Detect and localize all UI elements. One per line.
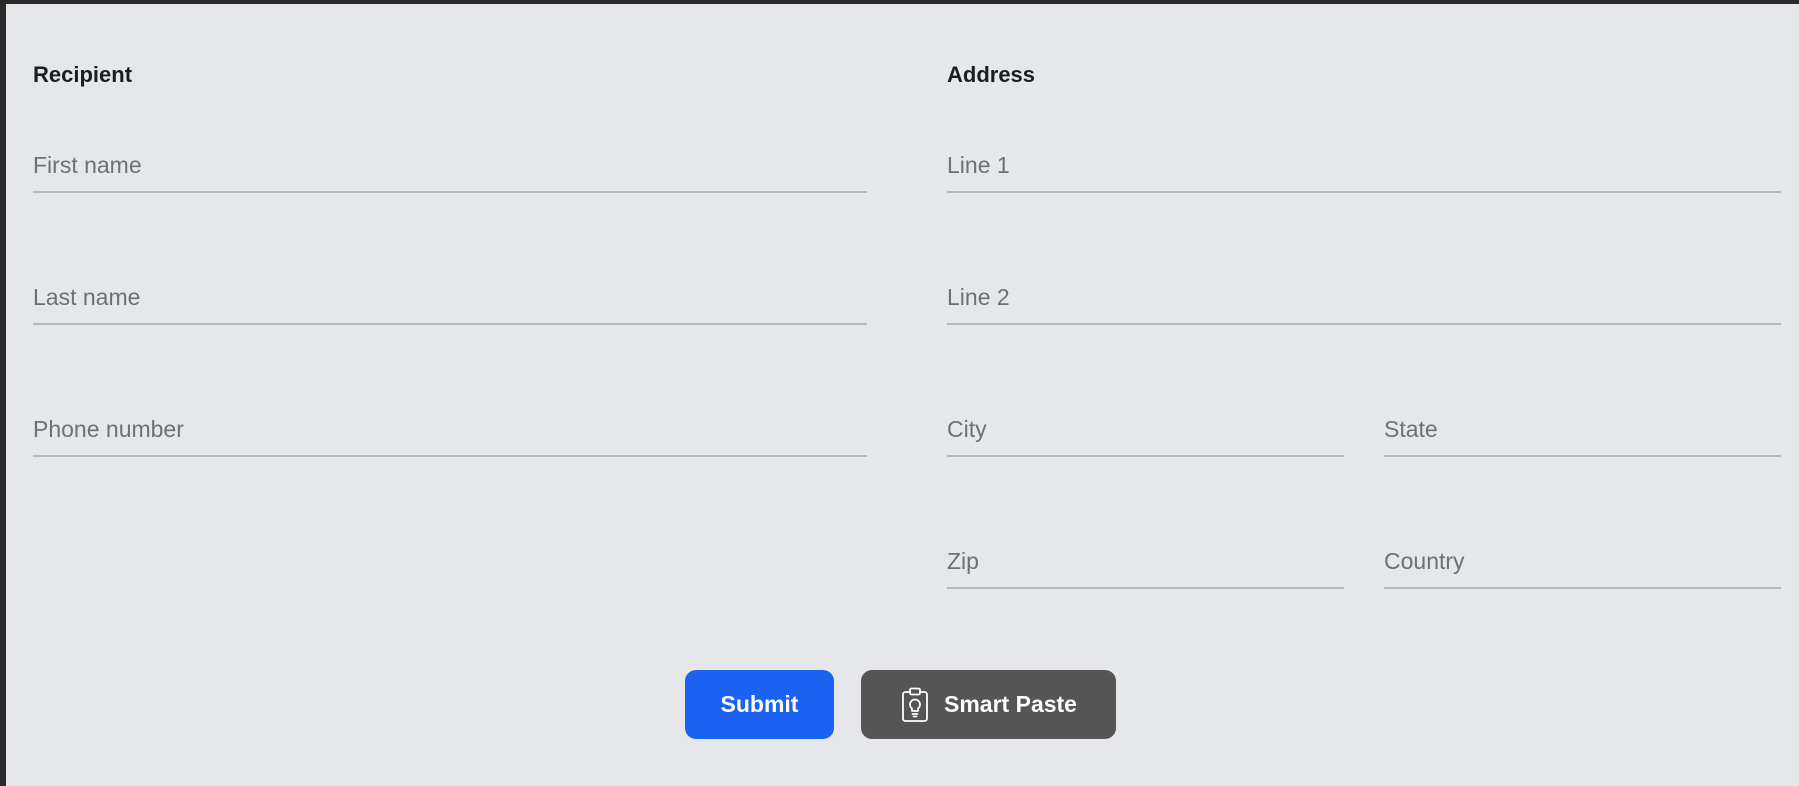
state-input[interactable]: [1384, 397, 1781, 455]
state-field[interactable]: [1384, 397, 1781, 457]
phone-number-field[interactable]: [33, 397, 867, 457]
first-name-input[interactable]: [33, 133, 867, 191]
clipboard-lightbulb-icon: [900, 687, 930, 723]
smart-paste-button-label: Smart Paste: [944, 691, 1077, 717]
country-field[interactable]: [1384, 529, 1781, 589]
form-panel: Recipient Address: [6, 4, 1799, 786]
country-input[interactable]: [1384, 529, 1781, 587]
address-line1-field[interactable]: [947, 133, 1781, 193]
address-heading: Address: [947, 62, 1036, 87]
address-line1-input[interactable]: [947, 133, 1781, 191]
zip-field[interactable]: [947, 529, 1344, 589]
recipient-heading: Recipient: [33, 62, 133, 87]
address-line2-field[interactable]: [947, 265, 1781, 325]
smart-paste-button[interactable]: Smart Paste: [861, 670, 1116, 739]
last-name-input[interactable]: [33, 265, 867, 323]
first-name-field[interactable]: [33, 133, 867, 193]
zip-input[interactable]: [947, 529, 1344, 587]
phone-number-input[interactable]: [33, 397, 867, 455]
submit-button-label: Submit: [720, 691, 799, 717]
submit-button[interactable]: Submit: [685, 670, 834, 739]
last-name-field[interactable]: [33, 265, 867, 325]
city-field[interactable]: [947, 397, 1344, 457]
city-input[interactable]: [947, 397, 1344, 455]
address-line2-input[interactable]: [947, 265, 1781, 323]
